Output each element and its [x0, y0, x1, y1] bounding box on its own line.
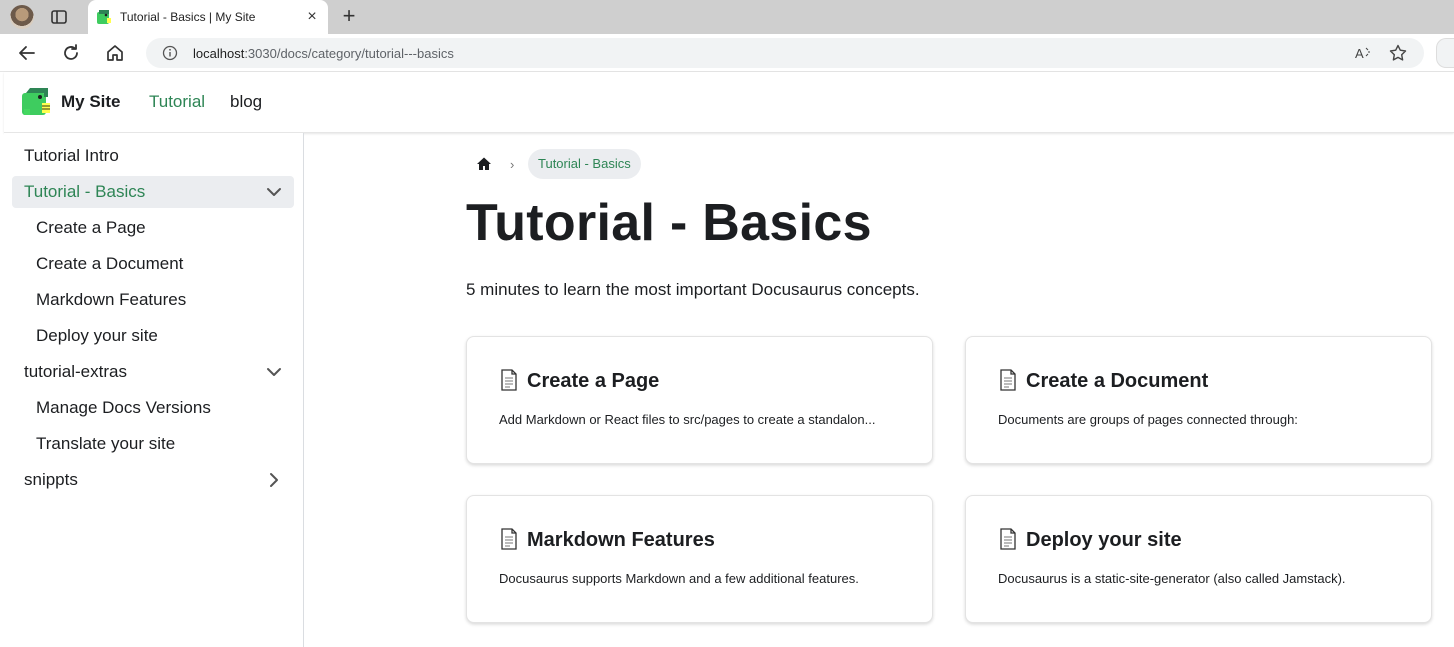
sidebar-item-label: snippts: [24, 470, 78, 489]
sidebar-item-tutorial-basics[interactable]: Tutorial - Basics: [12, 176, 294, 208]
browser-tab-bar: Tutorial - Basics | My Site × +: [0, 0, 1454, 34]
docusaurus-site: My Site Tutorial blog Tutorial Intro Tut…: [4, 72, 1454, 647]
new-tab-icon[interactable]: +: [338, 5, 360, 27]
breadcrumb-current: Tutorial - Basics: [528, 149, 641, 179]
tab-title: Tutorial - Basics | My Site: [120, 10, 256, 24]
card-title: Create a Document: [998, 369, 1208, 393]
card-description: Documents are groups of pages connected …: [998, 412, 1298, 427]
sidebar-item-manage-docs-versions[interactable]: Manage Docs Versions: [12, 392, 294, 424]
read-aloud-icon[interactable]: A: [1354, 44, 1372, 62]
reload-icon[interactable]: [60, 42, 82, 64]
url-host: localhost: [193, 46, 245, 61]
sidebar-item-deploy-your-site[interactable]: Deploy your site: [12, 320, 294, 352]
card-title: Create a Page: [499, 369, 659, 393]
favorite-star-icon[interactable]: [1388, 43, 1408, 63]
sidebar-item-label: Translate your site: [36, 434, 176, 453]
document-icon: [501, 528, 517, 550]
card-create-a-page[interactable]: Create a Page Add Markdown or React file…: [466, 336, 933, 464]
back-arrow-icon[interactable]: [16, 42, 38, 64]
sidebar-item-label: tutorial-extras: [24, 362, 127, 381]
chevron-down-icon[interactable]: [266, 184, 282, 200]
sidebar-item-label: Tutorial Intro: [24, 146, 119, 165]
card-title-text: Deploy your site: [1026, 529, 1182, 551]
card-description: Docusaurus is a static-site-generator (a…: [998, 571, 1346, 586]
home-icon[interactable]: [104, 42, 126, 64]
sidebar-item-label: Tutorial - Basics: [24, 182, 146, 201]
card-title-text: Create a Document: [1026, 370, 1209, 392]
browser-tab-active[interactable]: Tutorial - Basics | My Site ×: [88, 0, 328, 34]
sidebar-item-create-a-page[interactable]: Create a Page: [12, 212, 294, 244]
page-title: Tutorial - Basics: [466, 194, 872, 252]
sidebar-item-label: Manage Docs Versions: [36, 398, 211, 417]
page-description: 5 minutes to learn the most important Do…: [466, 280, 920, 299]
sidebar-item-translate-your-site[interactable]: Translate your site: [12, 428, 294, 460]
sidebar-item-tutorial-extras[interactable]: tutorial-extras: [12, 356, 294, 388]
address-bar[interactable]: localhost:3030/docs/category/tutorial---…: [146, 38, 1424, 68]
card-title-text: Create a Page: [527, 370, 660, 392]
tab-actions-icon[interactable]: [50, 8, 68, 26]
breadcrumb-separator-icon: ›: [510, 157, 515, 172]
sidebar-item-label: Deploy your site: [36, 326, 158, 345]
document-icon: [501, 369, 517, 391]
card-title: Markdown Features: [499, 528, 715, 552]
sidebar-item-label: Create a Document: [36, 254, 184, 273]
chevron-right-icon[interactable]: [266, 472, 282, 488]
close-tab-icon[interactable]: ×: [304, 9, 320, 25]
sidebar-toggle-edge[interactable]: [1436, 38, 1454, 68]
nav-link-blog[interactable]: blog: [230, 92, 262, 112]
docs-sidebar: Tutorial Intro Tutorial - Basics Create …: [4, 133, 304, 647]
site-navbar: My Site Tutorial blog: [4, 72, 1454, 133]
doc-main: › Tutorial - Basics Tutorial - Basics 5 …: [305, 133, 1454, 647]
site-info-icon[interactable]: [162, 45, 178, 61]
url-path: :3030/docs/category/tutorial---basics: [244, 46, 454, 61]
card-description: Add Markdown or React files to src/pages…: [499, 412, 876, 427]
home-icon[interactable]: [476, 156, 492, 172]
document-icon: [1000, 369, 1016, 391]
browser-toolbar: localhost:3030/docs/category/tutorial---…: [0, 34, 1454, 72]
dinosaur-favicon-icon: [97, 10, 111, 24]
docusaurus-logo-icon[interactable]: [20, 87, 52, 117]
sidebar-item-markdown-features[interactable]: Markdown Features: [12, 284, 294, 316]
document-icon: [1000, 528, 1016, 550]
sidebar-item-snippts[interactable]: snippts: [12, 464, 294, 496]
chevron-down-icon[interactable]: [266, 364, 282, 380]
card-markdown-features[interactable]: Markdown Features Docusaurus supports Ma…: [466, 495, 933, 623]
card-description: Docusaurus supports Markdown and a few a…: [499, 571, 859, 586]
card-title: Deploy your site: [998, 528, 1182, 552]
sidebar-item-label: Markdown Features: [36, 290, 187, 309]
card-create-a-document[interactable]: Create a Document Documents are groups o…: [965, 336, 1432, 464]
svg-text:A: A: [1355, 46, 1364, 61]
sidebar-item-label: Create a Page: [36, 218, 146, 237]
nav-link-tutorial[interactable]: Tutorial: [149, 92, 205, 112]
url-text[interactable]: localhost:3030/docs/category/tutorial---…: [193, 46, 454, 61]
sidebar-item-create-a-document[interactable]: Create a Document: [12, 248, 294, 280]
card-deploy-your-site[interactable]: Deploy your site Docusaurus is a static-…: [965, 495, 1432, 623]
site-brand[interactable]: My Site: [61, 92, 121, 112]
profile-avatar[interactable]: [10, 5, 34, 29]
sidebar-item-tutorial-intro[interactable]: Tutorial Intro: [12, 140, 294, 172]
card-title-text: Markdown Features: [527, 529, 715, 551]
